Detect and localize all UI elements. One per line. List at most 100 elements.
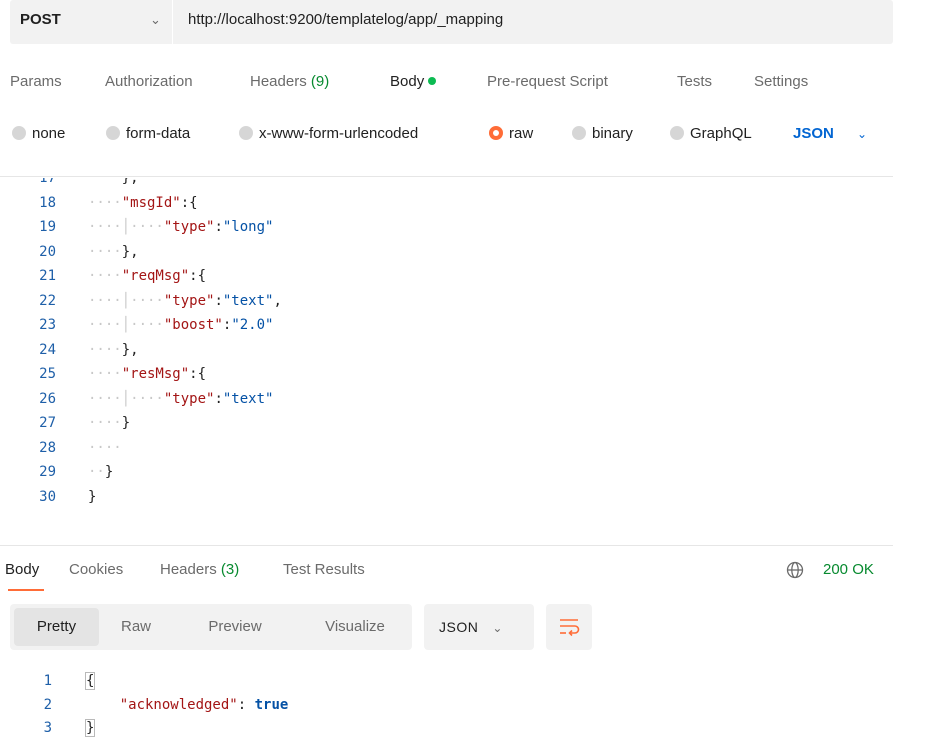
code-text: ····}, [88, 240, 139, 265]
response-tab-cookies[interactable]: Cookies [69, 553, 123, 587]
json-key: "boost" [163, 317, 223, 333]
indent-guide: ···· [88, 178, 122, 186]
line-number: 17 [39, 178, 56, 186]
code-text: ····}, [88, 338, 139, 363]
modified-dot-icon [428, 77, 437, 85]
tab-params[interactable]: Params [10, 64, 62, 100]
response-tab-headers-label: Headers [160, 561, 217, 578]
response-body-viewer[interactable]: 1{2 "acknowledged": true 3} [0, 670, 941, 740]
code-line: 30} [0, 485, 900, 510]
code-line: 2 "acknowledged": true [0, 694, 900, 718]
headers-count: (9) [310, 73, 330, 90]
code-text: "acknowledged": true [86, 694, 289, 718]
radio-graphql-label: GraphQL [690, 125, 752, 142]
url-input[interactable]: http://localhost:9200/templatelog/app/_m… [188, 0, 503, 44]
tab-settings[interactable]: Settings [754, 64, 808, 100]
view-tab-pretty[interactable]: Pretty [14, 608, 99, 646]
radio-form-data-label: form-data [126, 125, 191, 142]
code-line: 27 ····} [0, 411, 900, 436]
code-text: } [88, 485, 96, 510]
code-line: 18 ····"msgId":{ [0, 191, 900, 216]
line-number: 26 [39, 390, 56, 407]
tab-tests[interactable]: Tests [677, 64, 712, 100]
response-tab-body[interactable]: Body [5, 553, 39, 587]
radio-graphql[interactable]: GraphQL [670, 119, 752, 149]
chevron-down-icon[interactable]: ⌄ [857, 119, 867, 149]
divider [0, 176, 893, 177]
globe-icon[interactable] [786, 561, 804, 579]
radio-raw[interactable]: raw [489, 119, 533, 149]
code-text: ···· [88, 436, 122, 461]
json-key: "acknowledged" [119, 696, 238, 713]
response-tab-test-results[interactable]: Test Results [283, 553, 365, 587]
wrap-lines-button[interactable] [546, 604, 592, 650]
line-number: 20 [39, 243, 56, 260]
tab-headers[interactable]: Headers (9) [250, 64, 329, 100]
json-value: "text" [222, 292, 274, 309]
json-punctuation: }, [121, 341, 139, 358]
radio-urlencoded-label: x-www-form-urlencoded [259, 125, 419, 142]
json-punctuation: :{ [189, 366, 207, 382]
code-line: 28 ···· [0, 436, 900, 461]
radio-icon [670, 126, 684, 140]
radio-icon [239, 126, 253, 140]
radio-urlencoded[interactable]: x-www-form-urlencoded [239, 119, 418, 149]
radio-icon [572, 126, 586, 140]
format-select[interactable]: JSON ⌄ [424, 604, 534, 650]
code-text: ····│····"boost":"2.0" [88, 313, 273, 338]
tab-pre-request-script[interactable]: Pre-request Script [487, 64, 608, 100]
line-number: 19 [39, 219, 56, 235]
view-tab-visualize[interactable]: Visualize [305, 608, 405, 646]
code-line: 19 ····│····"type":"long" [0, 215, 900, 240]
line-number: 29 [39, 464, 56, 480]
code-text: ····│····"type":"text", [88, 289, 282, 314]
json-punctuation: }, [121, 178, 139, 186]
response-headers-count: (3) [220, 561, 240, 578]
json-key: "type" [163, 219, 215, 235]
tab-body[interactable]: Body [390, 64, 437, 100]
line-number: 28 [39, 439, 56, 456]
line-number: 3 [43, 720, 52, 736]
tab-authorization[interactable]: Authorization [105, 64, 193, 100]
code-line: 24 ····}, [0, 338, 900, 363]
divider [172, 0, 173, 44]
code-text: ····│····"type":"text" [88, 387, 273, 412]
code-text: ··} [88, 460, 113, 485]
radio-form-data[interactable]: form-data [106, 119, 190, 149]
view-tab-raw[interactable]: Raw [106, 608, 166, 646]
language-select[interactable]: JSON [793, 119, 834, 149]
code-line: 3} [0, 717, 900, 741]
divider [0, 545, 893, 546]
active-tab-indicator [8, 589, 44, 591]
radio-binary-label: binary [592, 125, 633, 142]
method-select[interactable]: POST [20, 0, 61, 44]
json-punctuation: : [214, 219, 223, 235]
json-punctuation: } [88, 488, 97, 505]
code-text: ····"reqMsg":{ [88, 264, 206, 289]
radio-none[interactable]: none [12, 119, 65, 149]
json-punctuation: : [214, 292, 223, 309]
url-bar: POST ⌄ http://localhost:9200/templatelog… [10, 0, 893, 44]
response-tab-headers[interactable]: Headers (3) [160, 553, 239, 587]
line-number: 27 [39, 415, 56, 431]
json-key: "reqMsg" [121, 268, 190, 284]
chevron-down-icon[interactable]: ⌄ [150, 0, 161, 44]
json-bracket: { [84, 672, 96, 690]
json-value: "2.0" [231, 317, 274, 333]
radio-raw-label: raw [509, 125, 534, 142]
indent-guide: ····│···· [88, 292, 164, 309]
status-badge[interactable]: 200 OK [823, 553, 874, 587]
request-tabs: Params Authorization Headers (9) Body Pr… [0, 64, 900, 100]
json-key: "type" [163, 292, 215, 309]
line-number: 30 [39, 488, 56, 505]
code-line: 26 ····│····"type":"text" [0, 387, 900, 412]
indent-guide: ···· [88, 194, 122, 211]
indent-guide: ···· [88, 439, 122, 456]
indent-guide: ···· [88, 341, 122, 358]
view-tab-preview[interactable]: Preview [190, 608, 280, 646]
chevron-down-icon: ⌄ [492, 621, 503, 635]
radio-binary[interactable]: binary [572, 119, 633, 149]
request-body-editor[interactable]: 17 ····}, 18 ····"msgId":{19 ····│····"type"… [0, 178, 941, 532]
indent-guide: ·· [88, 464, 105, 480]
